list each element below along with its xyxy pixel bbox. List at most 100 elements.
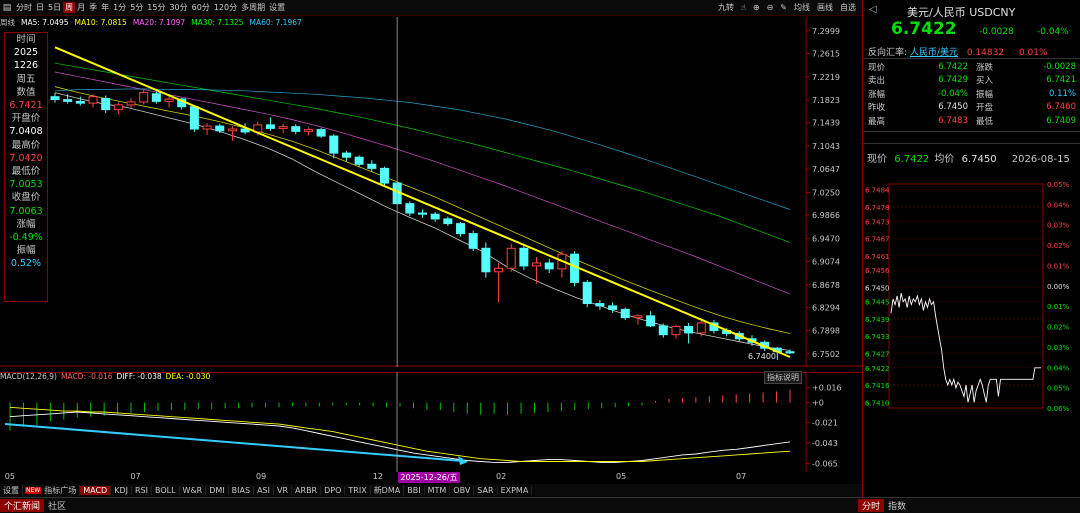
right-panel-tab[interactable]: 分时 (858, 499, 885, 512)
macd-chart[interactable]: +0.016 +0 -0.021 -0.043 -0.065 (0, 372, 862, 472)
y-tick-label: 6.9074 (812, 258, 840, 267)
quote-label: 卖出 (868, 76, 886, 87)
period-tab[interactable]: 15分 (145, 2, 167, 13)
indicator-tab[interactable]: DMI (206, 486, 229, 495)
quote-label: 现价 (868, 62, 886, 73)
info-box-line: 7.0420 (9, 152, 43, 164)
candle-body (164, 98, 174, 102)
indicator-tab[interactable]: BIAS (229, 486, 255, 495)
app-window: ▤ 分时日 5日周月季年 1分 5分 15分 30分 60分 120分 多周期 设置 九转 ☝ ⊕ ⊖ ✎ 均线… (0, 0, 1080, 513)
intraday-price-tick: 6.7450 (865, 284, 890, 292)
quote-row: 现价 6.7422 涨跌 -0.0028 (863, 60, 1080, 74)
macd-legend-item: DIFF: -0.038 (116, 372, 162, 381)
indicator-tab[interactable]: OBV (450, 486, 475, 495)
indicator-tab[interactable]: MACD (80, 486, 112, 495)
candle-body (151, 93, 161, 102)
info-box-line: 7.0053 (9, 179, 43, 191)
candle-body (202, 125, 212, 130)
toolbar-right-item[interactable]: 自选 (838, 2, 858, 13)
reverse-pair-link[interactable]: 人民币/美元 (910, 48, 958, 58)
right-panel-tab[interactable]: 指数 (884, 499, 910, 512)
y-tick-label: 7.0647 (812, 165, 840, 174)
intraday-pct-tick: 0.06% (1047, 405, 1070, 413)
period-tab[interactable]: 60分 (190, 2, 212, 13)
indicator-tab[interactable]: 指标广场 (41, 485, 81, 496)
intraday-price-tick: 6.7422 (865, 365, 890, 373)
candle-body (341, 152, 351, 158)
hand-icon[interactable]: ☝ (739, 3, 748, 12)
indicator-tab[interactable]: VR (274, 486, 293, 495)
indicator-tab[interactable]: ASI (254, 486, 274, 495)
info-box-line: 数值 (16, 86, 36, 98)
info-box-line: 1226 (13, 60, 39, 72)
indicator-tab[interactable]: BBI (404, 486, 425, 495)
indicator-tab[interactable]: W&R (180, 486, 207, 495)
x-axis: 05 07 09 12 2025-12-26/五 02 05 07 (0, 472, 800, 484)
zoom-out-icon[interactable]: ⊖ (765, 3, 776, 12)
period-tab[interactable]: 设置 (267, 2, 287, 13)
quote-value: 0.11% (1048, 88, 1076, 99)
indicator-settings-button[interactable]: 设置 (0, 485, 23, 496)
intraday-chart[interactable]: 6.7484 6.7478 6.7473 6.7467 6.7461 6.7456 6.74… (863, 172, 1080, 497)
toolbar-right-item[interactable]: 画线 (815, 2, 835, 13)
indicator-tab[interactable]: BOLL (152, 486, 180, 495)
period-tab[interactable]: 5日 (46, 2, 63, 13)
pen-icon[interactable]: ✎ (778, 3, 789, 12)
candle-body (75, 100, 85, 104)
y-tick-label: 7.0250 (812, 188, 840, 197)
bottom-tab[interactable]: 社区 (44, 499, 70, 512)
candle-body (418, 212, 427, 215)
period-tab[interactable]: 120分 (212, 2, 239, 13)
toolbar-right-item[interactable]: 均线 (792, 2, 812, 13)
indicator-tab[interactable]: DPO (321, 486, 346, 495)
back-arrow-icon[interactable]: ◁ (869, 4, 877, 15)
x-tick-label: 07 (130, 472, 141, 481)
indicator-tab[interactable]: ARBR (292, 486, 322, 495)
period-tab[interactable]: 季 (87, 2, 99, 13)
indicator-tab[interactable]: EXPMA (498, 486, 533, 495)
period-tab[interactable]: 日 (34, 2, 46, 13)
toolbar-right-item[interactable]: 九转 (716, 2, 736, 13)
quote-value: -0.0028 (1043, 61, 1076, 72)
divider-line (863, 143, 1080, 144)
info-box-line: 涨幅 (16, 218, 36, 230)
indicator-tab[interactable]: 新DMA (371, 485, 405, 496)
intraday-price-tick: 6.7484 (865, 187, 890, 195)
indicator-tab[interactable]: KDJ (111, 486, 132, 495)
y-tick-label: 7.1823 (812, 96, 840, 105)
period-tab[interactable]: 5分 (128, 2, 145, 13)
menu-icon[interactable]: ▤ (0, 0, 14, 15)
period-tab[interactable]: 1分 (111, 2, 128, 13)
period-tab[interactable]: 年 (99, 2, 111, 13)
indicator-tab[interactable]: TRIX (345, 486, 371, 495)
info-box-line: 2025 (13, 47, 39, 59)
indicator-tab[interactable]: RSI (132, 486, 152, 495)
candle-body (506, 247, 516, 269)
period-tab[interactable]: 月 (75, 2, 87, 13)
quote-label: 涨幅 (868, 89, 886, 100)
quote-panel: ◁ 美元/人民币 USDCNY 6.7422 -0.0028 -0.04% 反向… (863, 0, 1080, 497)
indicator-tab[interactable]: MTM (425, 486, 451, 495)
period-tab[interactable]: 周 (63, 2, 76, 13)
candle-body (532, 262, 542, 267)
zoom-in-icon[interactable]: ⊕ (751, 3, 762, 12)
bottom-tab[interactable]: 个汇新闻 (0, 499, 45, 512)
candle-body (481, 247, 491, 273)
y-tick-label: +0 (812, 399, 824, 408)
info-box-line: 0.52% (10, 258, 42, 270)
candle-body (303, 129, 313, 132)
period-tab[interactable]: 多周期 (239, 2, 267, 13)
y-tick-label: 7.2999 (812, 27, 840, 36)
period-tab[interactable]: 分时 (14, 2, 34, 13)
quote-value: 6.7409 (1046, 115, 1076, 126)
period-tab[interactable]: 30分 (167, 2, 189, 13)
divider-line (863, 58, 1080, 59)
kline-chart[interactable]: 7.2999 7.2615 7.2219 7.1823 7.1439 7.1043 7.06… (0, 17, 862, 367)
quote-value: 6.7460 (1046, 102, 1076, 113)
divider-line (863, 131, 1080, 132)
quote-row: 涨幅 -0.04% 振幅 0.11% (863, 87, 1080, 101)
indicator-tab[interactable]: SAR (474, 486, 498, 495)
candle-body (405, 203, 415, 214)
period-toolbar: ▤ 分时日 5日周月季年 1分 5分 15分 30分 60分 120分 多周期 设置 九转 ☝ ⊕ ⊖ ✎ 均线… (0, 0, 862, 16)
indicator-help-button[interactable]: 指标说明 (764, 371, 802, 384)
